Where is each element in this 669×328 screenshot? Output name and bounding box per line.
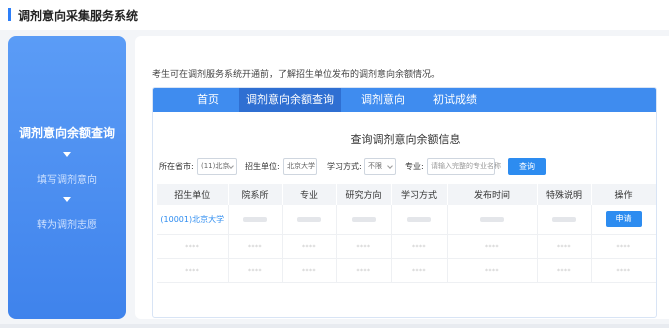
redacted-value: [243, 216, 267, 222]
masked-value: ****: [412, 243, 426, 251]
redacted-value: [552, 216, 576, 222]
query-button[interactable]: 查询: [508, 158, 546, 175]
masked-value: ****: [557, 243, 571, 251]
page-header: 调剂意向采集服务系统: [0, 0, 669, 30]
table-header-row: 招生单位 院系所 专业 研究方向 学习方式 发布时间 特殊说明 操作: [157, 184, 656, 205]
tab-balance-query[interactable]: 调剂意向余额查询: [239, 88, 341, 112]
tab-bar: 首页 调剂意向余额查询 调剂意向 初试成绩: [153, 88, 656, 112]
cell-time: [447, 205, 538, 235]
cell-mode: [391, 205, 448, 235]
cell-major: [282, 205, 337, 235]
tab-home[interactable]: 首页: [177, 88, 239, 112]
chevron-down-icon: [63, 152, 71, 157]
step-sidebar: 调剂意向余额查询 填写调剂意向 转为调剂志愿: [8, 36, 126, 319]
masked-value: ****: [185, 243, 200, 251]
page-title: 调剂意向采集服务系统: [18, 9, 139, 23]
cell-action: ****: [591, 234, 656, 259]
major-input[interactable]: 请输入完整的专业名称: [427, 158, 501, 175]
intro-text: 考生可在调剂服务系统开通前，了解招生单位发布的调剂意向余额情况。: [152, 70, 441, 80]
province-select-value: (11)北京: [201, 162, 230, 170]
cell-action: ****: [591, 258, 656, 283]
chevron-down-icon: [63, 197, 71, 202]
unit-select[interactable]: 北京大学: [283, 158, 317, 175]
cell-major: ****: [282, 258, 337, 283]
table-row: **** **** **** **** **** **** **** ****: [157, 258, 656, 283]
panel-title: 查询调剂意向余额信息: [350, 133, 461, 146]
cell-direction: ****: [336, 258, 392, 283]
cell-major: ****: [282, 234, 337, 259]
redacted-value: [351, 216, 376, 222]
cell-mode: ****: [391, 234, 448, 259]
step-fill-intent[interactable]: 填写调剂意向: [8, 171, 126, 186]
masked-value: ****: [356, 267, 371, 275]
cell-action: 申请: [591, 205, 656, 235]
mode-label: 学习方式:: [327, 162, 362, 171]
cell-unit: ****: [157, 258, 229, 283]
col-header-note: 特殊说明: [537, 184, 592, 205]
cell-mode: ****: [391, 258, 448, 283]
results-table: 招生单位 院系所 专业 研究方向 学习方式 发布时间 特殊说明 操作 (1000…: [157, 184, 656, 283]
masked-value: ****: [356, 243, 371, 251]
table-row: (10001)北京大学 申请: [157, 205, 656, 235]
tab-initial-score[interactable]: 初试成绩: [421, 88, 489, 112]
col-header-action: 操作: [591, 184, 656, 205]
filter-bar: 所在省市: (11)北京 招生单位: 北京大学 学习方式: 不限 专业: 请输入…: [159, 158, 654, 176]
cell-note: ****: [537, 258, 592, 283]
table-row: **** **** **** **** **** **** **** ****: [157, 234, 656, 259]
query-panel: 首页 调剂意向余额查询 调剂意向 初试成绩 查询调剂意向余额信息 所在省市: (…: [152, 87, 657, 318]
cell-time: ****: [447, 234, 538, 259]
unit-link[interactable]: (10001)北京大学: [160, 215, 224, 224]
col-header-mode: 学习方式: [391, 184, 448, 205]
masked-value: ****: [185, 267, 200, 275]
unit-select-value: 北京大学: [287, 162, 315, 170]
redacted-value: [480, 216, 504, 222]
apply-button[interactable]: 申请: [605, 211, 642, 228]
cell-unit: (10001)北京大学: [157, 205, 229, 235]
tab-intent[interactable]: 调剂意向: [349, 88, 417, 112]
bottom-divider: [0, 324, 669, 328]
masked-value: ****: [248, 243, 262, 251]
cell-unit: ****: [157, 234, 229, 259]
chevron-down-icon: [387, 163, 393, 169]
cell-note: [537, 205, 592, 235]
masked-value: ****: [412, 267, 426, 275]
col-header-direction: 研究方向: [336, 184, 392, 205]
col-header-dept: 院系所: [228, 184, 283, 205]
redacted-value: [407, 216, 431, 222]
masked-value: ****: [485, 243, 499, 251]
masked-value: ****: [616, 267, 631, 275]
cell-dept: [228, 205, 283, 235]
province-select[interactable]: (11)北京: [197, 158, 237, 175]
title-accent-bar: [8, 8, 11, 21]
cell-dept: ****: [228, 234, 283, 259]
masked-value: ****: [557, 267, 571, 275]
masked-value: ****: [616, 243, 631, 251]
step-convert-volunteer[interactable]: 转为调剂志愿: [8, 216, 126, 231]
cell-dept: ****: [228, 258, 283, 283]
cell-direction: ****: [336, 234, 392, 259]
cell-note: ****: [537, 234, 592, 259]
mode-select-value: 不限: [368, 162, 382, 170]
major-label: 专业:: [405, 162, 424, 171]
unit-label: 招生单位:: [245, 162, 280, 171]
cell-direction: [336, 205, 392, 235]
masked-value: ****: [248, 267, 262, 275]
province-label: 所在省市:: [159, 162, 194, 171]
col-header-time: 发布时间: [447, 184, 538, 205]
cell-time: ****: [447, 258, 538, 283]
step-active-balance-query[interactable]: 调剂意向余额查询: [8, 124, 126, 141]
col-header-major: 专业: [282, 184, 337, 205]
masked-value: ****: [485, 267, 499, 275]
col-header-unit: 招生单位: [157, 184, 229, 205]
mode-select[interactable]: 不限: [364, 158, 396, 175]
masked-value: ****: [302, 243, 316, 251]
main-content: 考生可在调剂服务系统开通前，了解招生单位发布的调剂意向余额情况。 首页 调剂意向…: [135, 36, 669, 319]
redacted-value: [297, 216, 321, 222]
masked-value: ****: [302, 267, 316, 275]
